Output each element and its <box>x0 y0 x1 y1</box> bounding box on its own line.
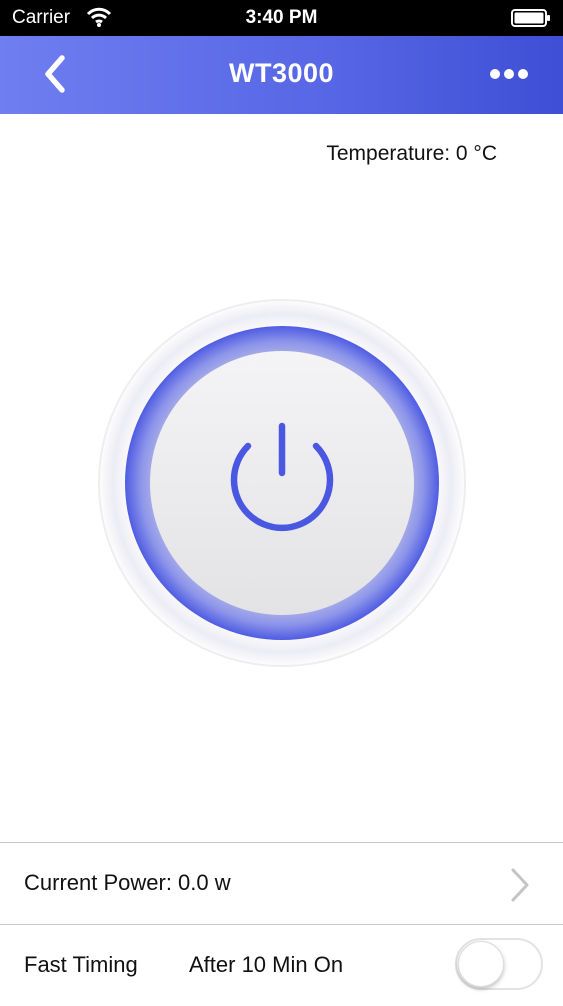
power-toggle-button[interactable] <box>96 298 468 668</box>
chevron-right-icon <box>511 868 529 902</box>
status-bar: Carrier 3:40 PM <box>0 0 563 36</box>
temperature-label: Temperature: 0 °C <box>326 142 497 165</box>
toggle-knob <box>458 941 504 987</box>
current-power-label: Current Power: 0.0 w <box>24 870 231 895</box>
current-power-row[interactable]: Current Power: 0.0 w <box>0 842 563 924</box>
more-button[interactable] <box>489 66 529 82</box>
fast-timing-row: Fast Timing After 10 Min On <box>0 924 563 1006</box>
page-title: WT3000 <box>228 58 335 88</box>
navigation-bar: WT3000 <box>0 36 563 114</box>
battery-icon <box>511 9 550 27</box>
power-button-graphic <box>98 299 466 667</box>
clock: 3:40 PM <box>245 7 318 28</box>
settings-list: Current Power: 0.0 w Fast Timing After 1… <box>0 842 563 1006</box>
fast-timing-toggle[interactable] <box>455 938 543 990</box>
fast-timing-label: Fast Timing <box>24 952 138 977</box>
fast-timing-value: After 10 Min On <box>189 952 344 977</box>
